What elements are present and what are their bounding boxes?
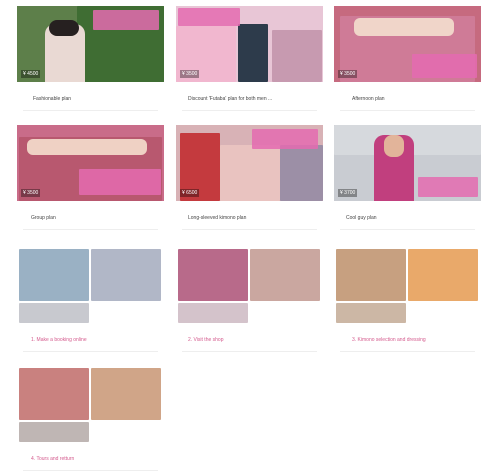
photo-city: [91, 368, 161, 420]
photo-pattern: [280, 145, 323, 201]
photo-faces: [27, 139, 147, 155]
step-card-selection[interactable]: 3. Kimono selection and dressing: [334, 247, 481, 352]
plan-image[interactable]: ¥ 3700: [334, 125, 481, 201]
price-tag: ¥ 6500: [180, 189, 200, 197]
plan-card-afternoon[interactable]: ¥ 3500 Afternoon plan: [334, 6, 481, 111]
divider: [23, 229, 158, 230]
divider: [182, 229, 317, 230]
price-tag: ¥ 3500: [338, 70, 358, 78]
photo-fabric: [220, 145, 280, 201]
plan-image[interactable]: ¥ 4500: [17, 6, 164, 82]
plan-title[interactable]: Group plan: [31, 215, 151, 221]
divider: [340, 351, 475, 352]
divider: [340, 110, 475, 111]
divider: [340, 229, 475, 230]
photo-river: [19, 422, 89, 442]
photo-shopfront: [178, 249, 248, 301]
photo-dressing: [336, 249, 406, 301]
plan-title[interactable]: Cool guy plan: [346, 215, 466, 221]
plan-image[interactable]: ¥ 3500: [17, 125, 164, 201]
plan-card-futaba[interactable]: ¥ 3500 Discount 'Futaba' plan for both m…: [176, 6, 323, 111]
photo-couple: [19, 368, 89, 420]
promo-banner: [412, 54, 477, 78]
step-title[interactable]: 2. Visit the shop: [188, 337, 318, 343]
photo-screen: [19, 303, 89, 323]
plan-card-fashionable[interactable]: ¥ 4500 Fashionable plan: [17, 6, 164, 111]
promo-banner: [93, 10, 159, 30]
price-tag: ¥ 3700: [338, 189, 358, 197]
step-card-tours[interactable]: 4. Tours and retturn: [17, 366, 164, 471]
photo-face: [384, 135, 404, 157]
price-tag: ¥ 3500: [21, 189, 41, 197]
divider: [23, 351, 158, 352]
step-card-visit[interactable]: 2. Visit the shop: [176, 247, 323, 352]
step-title[interactable]: 1. Make a booking online: [31, 337, 161, 343]
photo-staff: [250, 249, 320, 301]
divider: [182, 351, 317, 352]
plan-card-cool-guy[interactable]: ¥ 3700 Cool guy plan: [334, 125, 481, 232]
promo-banner: [178, 8, 240, 26]
plan-title[interactable]: Fashionable plan: [33, 96, 153, 102]
photo-hair: [49, 20, 79, 36]
plan-card-long-sleeved[interactable]: ¥ 6500 Long-sleeved kimono plan: [176, 125, 323, 232]
promo-banner: [252, 129, 318, 149]
promo-banner: [79, 169, 161, 195]
price-tag: ¥ 3500: [180, 70, 200, 78]
promo-banner: [418, 177, 478, 197]
photo-phone: [19, 249, 89, 301]
price-tag: ¥ 4500: [21, 70, 41, 78]
step-title[interactable]: 3. Kimono selection and dressing: [352, 337, 477, 343]
plan-image[interactable]: ¥ 6500: [176, 125, 323, 201]
step-title[interactable]: 4. Tours and retturn: [31, 456, 161, 462]
divider: [182, 110, 317, 111]
photo-counter: [178, 303, 248, 323]
photo-dress-right: [272, 30, 322, 82]
divider: [23, 470, 158, 471]
plan-title[interactable]: Afternoon plan: [352, 96, 472, 102]
photo-hair: [336, 303, 406, 323]
plan-image[interactable]: ¥ 3500: [334, 6, 481, 82]
photo-person-dark: [238, 24, 268, 82]
photo-faces: [354, 18, 454, 36]
plan-title[interactable]: Discount 'Futaba' plan for both men ...: [188, 96, 318, 102]
divider: [23, 110, 158, 111]
photo-fabric: [408, 249, 478, 301]
plan-image[interactable]: ¥ 3500: [176, 6, 323, 82]
step-card-booking[interactable]: 1. Make a booking online: [17, 247, 164, 352]
plan-card-group[interactable]: ¥ 3500 Group plan: [17, 125, 164, 232]
photo-user: [91, 249, 161, 301]
plan-title[interactable]: Long-sleeved kimono plan: [188, 215, 318, 221]
